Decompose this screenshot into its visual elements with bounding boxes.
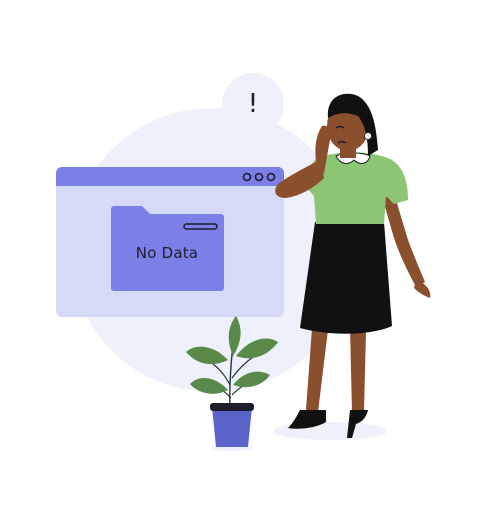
illustration-canvas bbox=[56, 73, 431, 451]
empty-state-label: No Data bbox=[135, 244, 199, 262]
skirt bbox=[300, 222, 392, 334]
exclamation-mark: ! bbox=[247, 89, 259, 119]
empty-state-illustration: ! No Data bbox=[0, 0, 502, 501]
floor-shadow bbox=[273, 422, 387, 440]
